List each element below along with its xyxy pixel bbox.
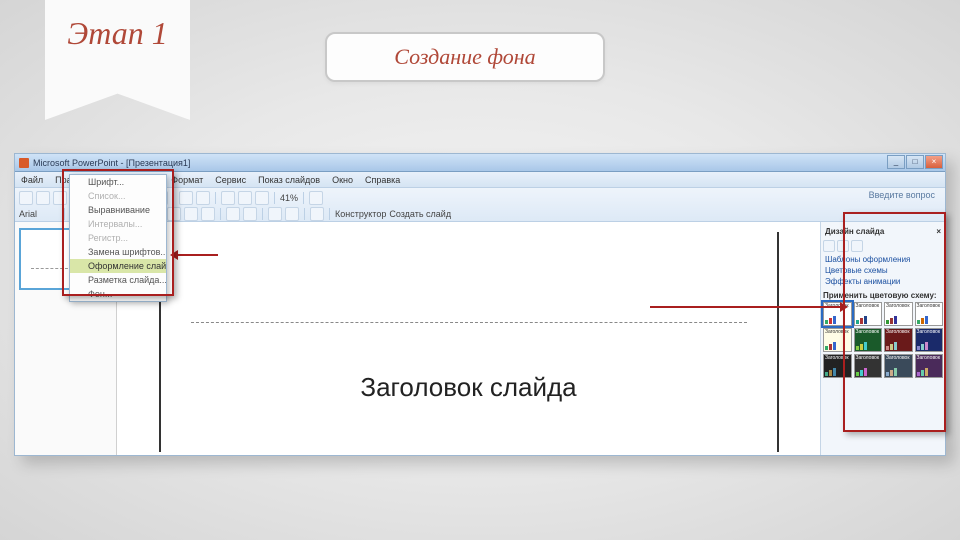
minimize-button[interactable]: _ xyxy=(887,155,905,169)
color-scheme-1[interactable]: Заголовок xyxy=(854,302,883,326)
color-scheme-11[interactable]: Заголовок xyxy=(915,354,944,378)
tb-hyperlink-icon[interactable] xyxy=(255,191,269,205)
page-title: Создание фона xyxy=(394,44,535,70)
dp-link-templates[interactable]: Шаблоны оформления xyxy=(823,254,943,265)
format-dropdown-menu: Шрифт...Список...ВыравниваниеИнтервалы..… xyxy=(69,174,167,302)
slide-placeholder-divider xyxy=(191,322,747,323)
tb-undo-icon[interactable] xyxy=(179,191,193,205)
stage-banner: Этап 1 xyxy=(45,0,190,120)
dp-section-label: Применить цветовую схему: xyxy=(823,291,943,300)
tb-numbering-icon[interactable] xyxy=(243,207,257,221)
format-menu-item-7[interactable]: Разметка слайда... xyxy=(70,273,166,287)
menu-help[interactable]: Справка xyxy=(359,175,406,185)
stage-label: Этап 1 xyxy=(67,15,167,51)
format-menu-item-0[interactable]: Шрифт... xyxy=(70,175,166,189)
format-menu-item-3: Интервалы... xyxy=(70,217,166,231)
color-scheme-5[interactable]: Заголовок xyxy=(854,328,883,352)
arrow-to-format-menu xyxy=(178,254,218,256)
tb-newslide-button[interactable]: Создать слайд xyxy=(389,209,451,219)
tb-bullets-icon[interactable] xyxy=(226,207,240,221)
color-scheme-2[interactable]: Заголовок xyxy=(884,302,913,326)
tb-table-icon[interactable] xyxy=(238,191,252,205)
design-pane-title: Дизайн слайда xyxy=(825,227,884,236)
powerpoint-icon xyxy=(19,158,29,168)
menu-tools[interactable]: Сервис xyxy=(209,175,252,185)
format-menu-item-6[interactable]: Оформление слайда... xyxy=(70,259,166,273)
tb-font[interactable]: Arial xyxy=(19,209,59,219)
tb-align-left-icon[interactable] xyxy=(167,207,181,221)
design-task-pane: Дизайн слайда × Шаблоны оформления Цвето… xyxy=(820,222,945,455)
tb-decrease-font-icon[interactable] xyxy=(285,207,299,221)
format-menu-item-8[interactable]: Фон... xyxy=(70,287,166,301)
dp-home-icon[interactable] xyxy=(851,240,863,252)
tb-fontcolor-icon[interactable] xyxy=(310,207,324,221)
tb-open-icon[interactable] xyxy=(36,191,50,205)
color-scheme-3[interactable]: Заголовок xyxy=(915,302,944,326)
design-pane-close-icon[interactable]: × xyxy=(936,227,941,236)
color-scheme-4[interactable]: Заголовок xyxy=(823,328,852,352)
tb-align-right-icon[interactable] xyxy=(201,207,215,221)
tb-help-icon[interactable] xyxy=(309,191,323,205)
dp-back-icon[interactable] xyxy=(823,240,835,252)
format-menu-item-1: Список... xyxy=(70,189,166,203)
dp-forward-icon[interactable] xyxy=(837,240,849,252)
tb-zoom[interactable]: 41% xyxy=(280,193,298,203)
tb-redo-icon[interactable] xyxy=(196,191,210,205)
pp-title-text: Microsoft PowerPoint - [Презентация1] xyxy=(33,158,190,168)
tb-save-icon[interactable] xyxy=(53,191,67,205)
pp-titlebar: Microsoft PowerPoint - [Презентация1] _ … xyxy=(15,154,945,172)
format-menu-item-4: Регистр... xyxy=(70,231,166,245)
slide-canvas[interactable]: Заголовок слайда xyxy=(159,232,779,452)
tb-align-center-icon[interactable] xyxy=(184,207,198,221)
tb-design-button[interactable]: Конструктор xyxy=(335,209,386,219)
page-title-box: Создание фона xyxy=(325,32,605,82)
menu-slideshow[interactable]: Показ слайдов xyxy=(252,175,326,185)
tb-increase-font-icon[interactable] xyxy=(268,207,282,221)
close-button[interactable]: × xyxy=(925,155,943,169)
tb-new-icon[interactable] xyxy=(19,191,33,205)
color-scheme-8[interactable]: Заголовок xyxy=(823,354,852,378)
dp-link-colorschemes[interactable]: Цветовые схемы xyxy=(823,265,943,276)
format-menu-item-5[interactable]: Замена шрифтов... xyxy=(70,245,166,259)
menu-file[interactable]: Файл xyxy=(15,175,49,185)
slide-edit-area: Заголовок слайда xyxy=(117,222,820,455)
slide-title-placeholder[interactable]: Заголовок слайда xyxy=(161,372,777,403)
window-controls: _ □ × xyxy=(887,155,943,169)
color-scheme-6[interactable]: Заголовок xyxy=(884,328,913,352)
format-menu-item-2[interactable]: Выравнивание xyxy=(70,203,166,217)
color-scheme-9[interactable]: Заголовок xyxy=(854,354,883,378)
dp-link-animation[interactable]: Эффекты анимации xyxy=(823,276,943,287)
arrow-to-design-pane xyxy=(650,306,840,308)
ask-question-box[interactable]: Введите вопрос xyxy=(869,190,935,200)
menu-window[interactable]: Окно xyxy=(326,175,359,185)
maximize-button[interactable]: □ xyxy=(906,155,924,169)
color-scheme-7[interactable]: Заголовок xyxy=(915,328,944,352)
menu-format[interactable]: Формат xyxy=(165,175,209,185)
color-scheme-10[interactable]: Заголовок xyxy=(884,354,913,378)
color-scheme-grid: ЗаголовокЗаголовокЗаголовокЗаголовокЗаго… xyxy=(823,302,943,378)
tb-chart-icon[interactable] xyxy=(221,191,235,205)
